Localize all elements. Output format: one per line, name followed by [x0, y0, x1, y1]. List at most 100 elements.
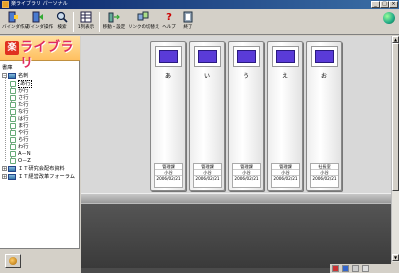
vertical-scrollbar[interactable]: ▲ ▼ — [391, 36, 399, 262]
minimize-button[interactable]: _ — [371, 1, 380, 8]
binder-operate-icon — [32, 11, 43, 23]
toolbar-separator — [99, 12, 100, 32]
binder-title: う — [242, 73, 249, 80]
status-icon[interactable] — [362, 265, 369, 272]
folder-icon — [10, 150, 16, 157]
binder-date: 2006/02/21 — [234, 176, 259, 181]
binder-title: え — [281, 73, 288, 80]
folder-icon — [10, 101, 16, 108]
globe-icon[interactable] — [383, 12, 395, 24]
binder-label: 社長室 小谷 2006/02/21 — [310, 163, 339, 188]
library-icon — [9, 257, 17, 265]
move-settings-icon — [108, 12, 120, 23]
move-settings-button[interactable]: 移動・設定 — [102, 10, 126, 34]
expand-icon[interactable]: + — [2, 166, 7, 171]
folder-icon — [10, 143, 16, 150]
binder-create-button[interactable]: バインダ作成 — [2, 10, 29, 34]
binder[interactable]: う 管理課 小谷 2006/02/21 — [228, 41, 264, 191]
link-switch-label: リンクの切替え — [128, 25, 160, 30]
binder-create-icon — [8, 11, 18, 23]
scroll-down-icon[interactable]: ▼ — [392, 254, 399, 261]
binder-create-label: バインダ作成 — [2, 25, 29, 30]
collapse-icon[interactable]: − — [2, 73, 7, 78]
binder-tab — [311, 46, 338, 67]
binder-operate-label: バインダ操作 — [26, 25, 53, 30]
folder-icon — [10, 157, 16, 164]
tree-header: 書庫 — [2, 65, 13, 71]
title-bar: 楽ライブラリ パーソナル _ □ × — [0, 0, 399, 9]
binder-date: 2006/02/21 — [195, 176, 220, 181]
maximize-button[interactable]: □ — [380, 1, 389, 8]
binder[interactable]: あ 管理課 小谷 2006/02/21 — [150, 41, 186, 191]
binder[interactable]: い 管理課 小谷 2006/02/21 — [189, 41, 225, 191]
exit-button[interactable]: 終了 — [181, 10, 195, 34]
status-icon[interactable] — [352, 265, 359, 272]
scroll-up-icon[interactable]: ▲ — [392, 36, 399, 43]
search-button[interactable]: 検索 — [55, 10, 69, 34]
bookshelf-icon — [8, 173, 16, 180]
list-view-label: 1列表示 — [77, 25, 95, 30]
folder-icon — [10, 122, 16, 129]
binder-color-swatch — [198, 50, 217, 63]
binder-tab — [233, 46, 260, 67]
binder-operate-button[interactable]: バインダ操作 — [26, 10, 53, 34]
binder-date: 2006/02/21 — [312, 176, 337, 181]
binder-tab — [155, 46, 182, 67]
tree-item-o-z[interactable]: O－Z — [10, 157, 31, 165]
library-button[interactable] — [5, 254, 21, 268]
help-button[interactable]: ? ヘルプ — [161, 10, 177, 34]
window-title: 楽ライブラリ パーソナル — [11, 1, 68, 7]
binder-date: 2006/02/21 — [273, 176, 298, 181]
status-icon[interactable] — [342, 265, 349, 272]
folder-icon — [10, 129, 16, 136]
binder-title: い — [203, 73, 210, 80]
folder-icon — [10, 115, 16, 122]
scroll-thumb[interactable] — [392, 43, 399, 191]
binder-title: あ — [164, 73, 171, 80]
tree-node-it-research[interactable]: + ＩＴ研究会配布資料 — [2, 165, 65, 173]
list-view-button[interactable]: 1列表示 — [77, 10, 95, 34]
shelf-board — [81, 193, 391, 203]
tree-node-it-forum[interactable]: + ＩＴ経営改革フォーラム — [2, 173, 75, 181]
binder[interactable]: え 管理課 小谷 2006/02/21 — [267, 41, 303, 191]
binder-date: 2006/02/21 — [156, 176, 181, 181]
bookshelf-icon — [8, 165, 16, 172]
binder-color-swatch — [315, 50, 334, 63]
binder-label: 管理課 小谷 2006/02/21 — [271, 163, 300, 188]
left-pane: 楽 ライブラリ 書庫 − 名刺 あ行 か行 さ行 た行 な行 は行 ま行 や行 ら… — [0, 36, 80, 273]
close-button[interactable]: × — [389, 1, 398, 8]
lower-shelf — [81, 204, 391, 268]
binder-color-swatch — [237, 50, 256, 63]
link-switch-button[interactable]: リンクの切替え — [128, 10, 160, 34]
binder[interactable]: お 社長室 小谷 2006/02/21 — [306, 41, 342, 191]
folder-icon — [10, 87, 16, 94]
binder-tab — [194, 46, 221, 67]
app-logo: 楽 ライブラリ — [0, 36, 80, 71]
search-icon — [56, 11, 68, 23]
bookshelf-icon — [8, 72, 16, 79]
binder-label: 管理課 小谷 2006/02/21 — [232, 163, 261, 188]
status-icon[interactable] — [332, 265, 339, 272]
binder-title: お — [320, 73, 327, 80]
binder-label: 管理課 小谷 2006/02/21 — [193, 163, 222, 188]
binder-tab — [272, 46, 299, 67]
folder-icon — [10, 80, 16, 87]
list-view-icon — [80, 11, 92, 23]
app-icon — [2, 1, 9, 8]
link-switch-icon — [137, 11, 149, 21]
logo-mark: 楽 — [5, 41, 19, 55]
app-window: 楽ライブラリ パーソナル _ □ × バインダ作成 バインダ操作 検索 1列表示… — [0, 0, 399, 273]
expand-icon[interactable]: + — [2, 174, 7, 179]
library-tree: 書庫 − 名刺 あ行 か行 さ行 た行 な行 は行 ま行 や行 ら行 わ行 A－N… — [0, 63, 80, 248]
toolbar-separator — [73, 12, 74, 32]
tree-node-root[interactable]: − 名刺 — [2, 72, 28, 80]
folder-icon — [10, 108, 16, 115]
help-label: ヘルプ — [162, 25, 176, 30]
status-icons — [330, 264, 399, 273]
left-pane-footer — [0, 248, 80, 273]
toolbar: バインダ作成 バインダ操作 検索 1列表示 移動・設定 リンクの切替え ? ヘル… — [0, 9, 399, 35]
svg-text:?: ? — [166, 12, 172, 23]
binder-color-swatch — [159, 50, 178, 63]
binder-color-swatch — [276, 50, 295, 63]
folder-icon — [10, 136, 16, 143]
